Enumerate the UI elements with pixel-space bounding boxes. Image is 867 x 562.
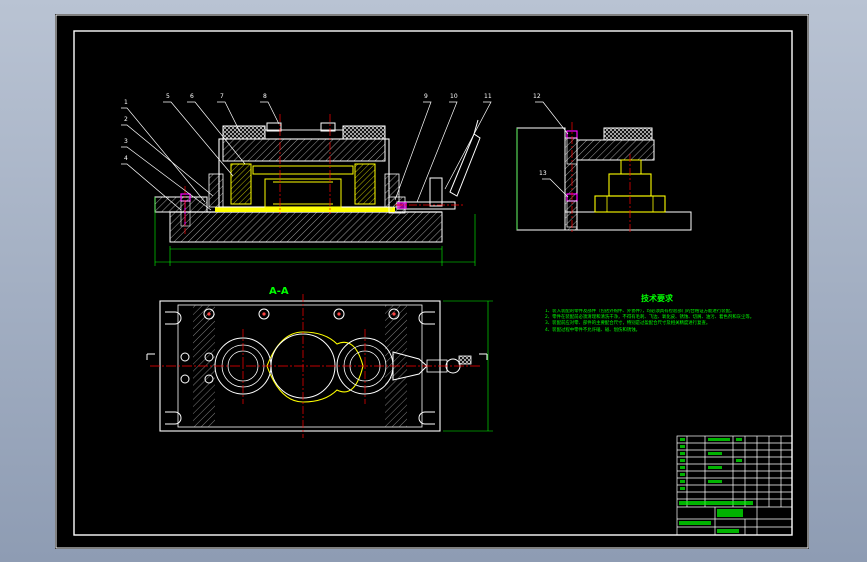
drawing-canvas: 1 2 3 4 5 6 7 8 9 10 11 12 13 A-A 技术要求 1…: [55, 14, 809, 549]
balloon-2: 2: [124, 116, 128, 123]
drawing-sheet: 1 2 3 4 5 6 7 8 9 10 11 12 13 A-A 技术要求 1…: [55, 14, 809, 549]
side-view: [516, 101, 692, 232]
balloon-9: 9: [424, 93, 428, 100]
balloon-1: 1: [124, 99, 128, 106]
plan-view: [146, 294, 493, 438]
balloon-10: 10: [450, 93, 458, 100]
balloon-4: 4: [124, 155, 128, 162]
balloon-5: 5: [166, 93, 170, 100]
balloon-13: 13: [539, 170, 547, 177]
technical-notes: 技术要求 1、装入装配的零件及部件（包括外购件、外协件），均必须具有检验部门的合…: [545, 293, 754, 333]
balloon-7: 7: [220, 93, 224, 100]
balloon-6: 6: [190, 93, 194, 100]
title-block: [676, 435, 793, 536]
section-label: A-A: [269, 286, 289, 297]
balloon-8: 8: [263, 93, 267, 100]
cad-viewport[interactable]: 1 2 3 4 5 6 7 8 9 10 11 12 13 A-A 技术要求 1…: [0, 0, 867, 562]
balloon-12: 12: [533, 93, 541, 100]
notes-title: 技术要求: [641, 293, 674, 303]
note-item: 4、装配过程中零件不允许磕、碰、划伤和锈蚀。: [545, 327, 640, 333]
balloon-11: 11: [484, 93, 492, 100]
balloon-3: 3: [124, 138, 128, 145]
balloon-labels: 1 2 3 4 5 6 7 8 9 10 11 12 13: [124, 93, 547, 177]
front-view: [121, 101, 492, 266]
